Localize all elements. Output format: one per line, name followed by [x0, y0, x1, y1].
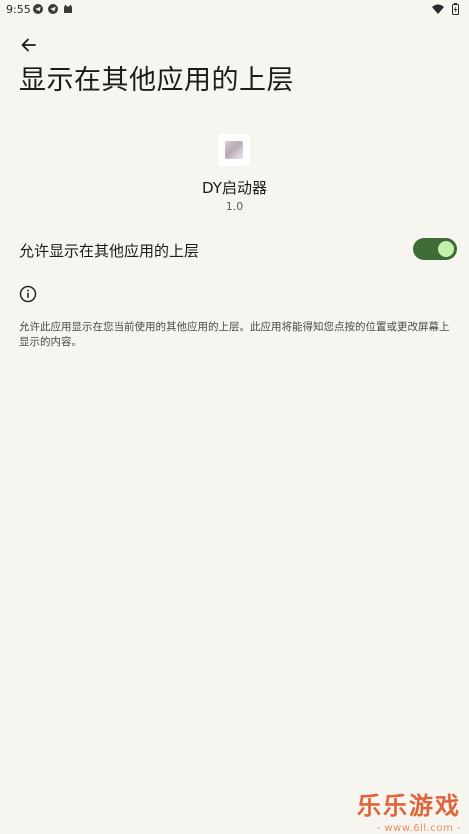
status-time: 9:55 [6, 3, 31, 16]
back-button[interactable] [14, 33, 42, 57]
app-name: DY启动器 [202, 179, 267, 197]
app-version: 1.0 [225, 200, 244, 213]
watermark-title: 乐乐游戏 [357, 791, 461, 820]
switch-thumb [438, 241, 454, 257]
app-icon-image [225, 141, 243, 159]
cat-icon [64, 4, 72, 13]
app-icon [218, 134, 250, 166]
permission-label: 允许显示在其他应用的上层 [19, 242, 200, 260]
battery-icon [452, 3, 459, 15]
page-title: 显示在其他应用的上层 [19, 65, 294, 96]
permission-description: 允许此应用显示在您当前使用的其他应用的上层。此应用将能得知您点按的位置或更改屏幕… [19, 321, 450, 348]
status-bar: 9:55 [0, 0, 469, 20]
telegram-icon [48, 4, 58, 14]
watermark-url: - www.6ll.com - [376, 823, 461, 834]
watermark: 乐乐游戏 - www.6ll.com - [341, 786, 461, 834]
permission-switch[interactable] [413, 238, 457, 260]
permission-toggle-row[interactable]: 允许显示在其他应用的上层 [0, 232, 469, 268]
arrow-left-icon [21, 38, 36, 52]
telegram-icon [33, 4, 43, 14]
status-left-icons [33, 4, 73, 14]
info-icon [19, 285, 37, 303]
wifi-icon [432, 4, 444, 14]
status-right-icons [432, 3, 459, 15]
